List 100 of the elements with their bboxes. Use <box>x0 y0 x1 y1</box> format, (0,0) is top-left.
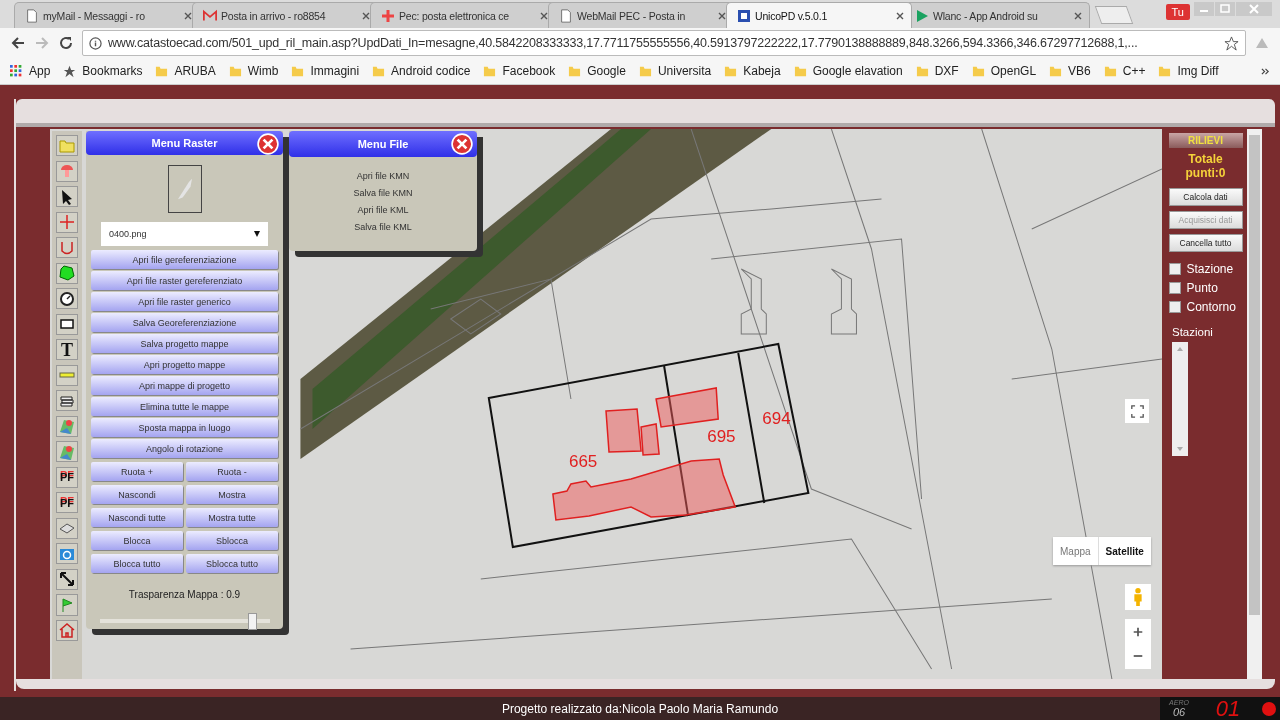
panel-title: Menu Raster <box>151 137 218 150</box>
folder-icon <box>1049 64 1063 78</box>
menu-button[interactable]: Apri file raster gereferenziato <box>91 271 278 290</box>
bookmark[interactable]: Immagini <box>291 64 360 78</box>
menu-button[interactable]: Sblocca tutto <box>186 554 278 573</box>
menu-button[interactable]: Salva Georeferenziazione <box>91 313 278 332</box>
bookmark[interactable]: OpenGL <box>971 64 1037 78</box>
scrollbar[interactable] <box>1247 129 1262 679</box>
menu-item[interactable]: Apri file KML <box>357 205 409 215</box>
checkbox-label: Stazione <box>1186 262 1234 276</box>
zoom-in-icon[interactable] <box>1132 626 1144 638</box>
browser-tab[interactable]: UnicoPD v.5.0.1 <box>726 2 912 28</box>
menu-button[interactable]: Salva progetto mappe <box>91 334 278 353</box>
credits-text: Progetto realizzato da:Nicola Paolo Maria Ramundo <box>501 701 779 716</box>
folder-icon <box>1158 64 1172 78</box>
tool-button[interactable] <box>56 186 78 208</box>
close-icon[interactable] <box>539 10 549 21</box>
menu-button[interactable]: Elimina tutte le mappe <box>91 397 278 416</box>
info-icon <box>89 36 102 50</box>
menu-button[interactable]: Sposta mappa in luogo <box>91 418 278 437</box>
tool-button[interactable] <box>56 288 78 310</box>
page-icon <box>25 8 39 23</box>
star-icon[interactable] <box>1224 35 1239 51</box>
reload-icon[interactable] <box>58 35 74 51</box>
menu-item[interactable]: Apri file KMN <box>356 171 410 181</box>
more-bookmarks-icon[interactable] <box>1261 66 1270 76</box>
resize-arrows-icon <box>59 571 75 588</box>
bookmark[interactable]: Bookmarks <box>63 64 143 78</box>
map-pin-icon <box>59 443 75 460</box>
close-icon[interactable] <box>183 10 193 21</box>
slider-thumb[interactable] <box>247 613 257 630</box>
bookmark[interactable]: Google elavation <box>793 64 903 78</box>
page-icon <box>559 8 573 23</box>
close-icon[interactable] <box>1073 10 1083 21</box>
checkbox[interactable] <box>1168 263 1181 275</box>
close-icon[interactable] <box>717 10 727 21</box>
menu-item[interactable]: Salva file KMN <box>353 188 413 198</box>
bookmark[interactable]: Kabeja <box>724 64 781 78</box>
folder-icon <box>228 64 242 78</box>
menu-button[interactable]: Apri file raster generico <box>91 292 278 311</box>
file-dropdown[interactable]: 0400.png <box>101 221 268 246</box>
close-icon[interactable] <box>895 10 905 21</box>
home-icon <box>59 622 75 639</box>
parcel-number: 695 <box>707 427 736 446</box>
folder-icon <box>915 64 929 78</box>
play-icon <box>915 8 929 23</box>
checkbox[interactable] <box>1168 282 1181 294</box>
checkbox[interactable] <box>1168 301 1181 313</box>
menu-button[interactable]: Apri file gereferenziazione <box>91 250 278 269</box>
action-button[interactable]: Calcola dati <box>1168 188 1243 206</box>
star-icon <box>63 64 77 78</box>
menu-button[interactable]: Ruota + <box>91 462 183 481</box>
bookmark[interactable]: ARUBA <box>155 64 216 78</box>
map-type-button[interactable]: Satellite <box>1097 537 1151 565</box>
bookmark[interactable]: Wimb <box>228 64 279 78</box>
close-icon[interactable] <box>361 10 371 21</box>
tool-button[interactable] <box>56 313 78 335</box>
profile-button[interactable]: Tu <box>1165 4 1190 20</box>
tool-button[interactable] <box>56 390 78 412</box>
menu-item[interactable]: Salva file KML <box>354 222 412 232</box>
folder-icon <box>1103 64 1117 78</box>
menu-button[interactable]: Angolo di rotazione <box>91 439 278 458</box>
menu-button[interactable]: Mostra tutte <box>186 508 278 527</box>
back-icon[interactable] <box>10 35 26 51</box>
menu-button[interactable]: Mostra <box>186 485 278 504</box>
app-icon <box>737 8 751 23</box>
panel-title: Menu File <box>357 138 409 150</box>
folder-icon <box>971 64 985 78</box>
folder-icon <box>59 137 75 154</box>
folder-icon <box>638 64 652 78</box>
tool-button[interactable]: T <box>56 339 78 361</box>
bookmark[interactable]: Android codice <box>372 64 471 78</box>
menu-button[interactable]: Nascondi <box>91 485 183 504</box>
transparency-label: Trasparenza Mappa : 0.9 <box>128 589 241 600</box>
bookmark[interactable]: Google <box>568 64 626 78</box>
menu-button[interactable]: Nascondi tutte <box>91 508 183 527</box>
folder-icon <box>568 64 582 78</box>
bookmark[interactable]: Facebook <box>483 64 556 78</box>
menu-button[interactable]: Ruota - <box>186 462 278 481</box>
fullscreen-icon <box>1130 404 1144 418</box>
menu-button[interactable]: Sblocca <box>186 531 278 550</box>
bookmark[interactable]: Img Diff <box>1158 64 1219 78</box>
map-type-button[interactable]: Mappa <box>1053 537 1098 565</box>
mail-icon <box>203 8 217 23</box>
menu-button[interactable]: Blocca tutto <box>91 554 183 573</box>
folder-icon <box>372 64 386 78</box>
bookmark[interactable]: VB6 <box>1049 64 1091 78</box>
crosshair-icon <box>59 214 75 231</box>
bookmark[interactable]: C++ <box>1103 64 1146 78</box>
bookmark[interactable]: DXF <box>915 64 959 78</box>
tool-button[interactable] <box>56 568 78 590</box>
menu-button[interactable]: Blocca <box>91 531 183 550</box>
menu-button[interactable]: Apri progetto mappe <box>91 355 278 374</box>
bookmark[interactable]: Universita <box>638 64 712 78</box>
menu-button[interactable]: Apri mappe di progetto <box>91 376 278 395</box>
fullscreen-button[interactable] <box>1125 399 1149 423</box>
text-tool-icon: T <box>61 340 73 359</box>
bookmark[interactable]: App <box>10 64 51 78</box>
action-button[interactable]: Cancella tutto <box>1168 234 1243 252</box>
address-field[interactable]: www.catastoecad.com/501_upd_ril_main.asp?UpdDati_In=mesagne,40.5842208333333,17.7711755555556,40.5913797222222,17.7790138888889,848.3266,594.3366,346.67297712688,1,... <box>82 30 1246 56</box>
